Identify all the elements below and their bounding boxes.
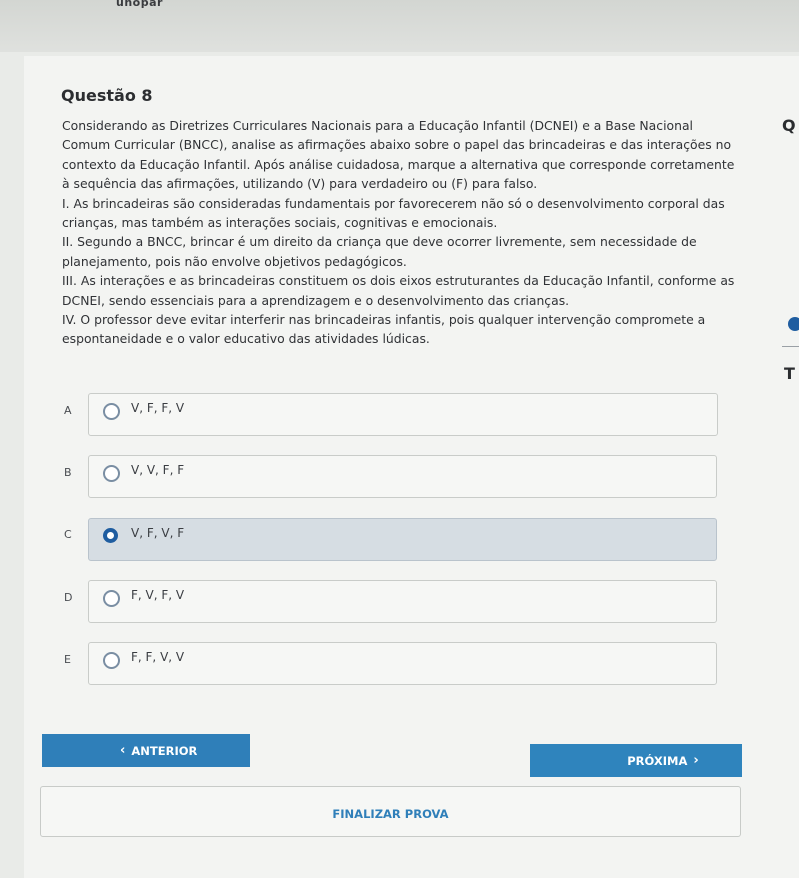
previous-button-label: ANTERIOR: [131, 743, 198, 758]
radio-button-checked[interactable]: [103, 528, 118, 543]
question-title: Questão 8: [61, 86, 153, 105]
statement-i: I. As brincadeiras são consideradas fund…: [62, 195, 725, 231]
option-text: F, F, V, V: [131, 650, 185, 664]
question-statement: Considerando as Diretrizes Curriculares …: [62, 118, 735, 192]
previous-button[interactable]: ‹ ANTERIOR: [42, 734, 250, 767]
next-button-label: PRÓXIMA: [627, 753, 688, 768]
option-text: V, F, V, F: [131, 526, 185, 540]
option-e[interactable]: F, F, V, V: [88, 642, 717, 685]
finish-exam-button[interactable]: FINALIZAR PROVA: [40, 786, 741, 837]
option-letter: A: [64, 404, 72, 417]
side-panel-text: T: [784, 364, 795, 383]
brand-logo: unopar: [116, 0, 163, 9]
statement-ii: II. Segundo a BNCC, brincar é um direito…: [62, 234, 697, 269]
option-text: V, F, F, V: [131, 401, 185, 415]
side-panel-text: Q: [782, 116, 796, 135]
option-letter: D: [64, 591, 73, 604]
option-a[interactable]: V, F, F, V: [88, 393, 718, 436]
radio-button[interactable]: [103, 590, 120, 607]
finish-exam-label: FINALIZAR PROVA: [332, 807, 449, 821]
top-bar: unopar: [0, 0, 799, 52]
option-letter: B: [64, 466, 72, 479]
option-text: F, V, F, V: [131, 588, 185, 602]
statement-iv: IV. O professor deve evitar interferir n…: [62, 312, 706, 347]
next-button[interactable]: PRÓXIMA ›: [530, 744, 742, 777]
option-text: V, V, F, F: [131, 463, 185, 477]
side-panel-divider: [782, 346, 799, 347]
radio-button[interactable]: [103, 652, 120, 669]
radio-button[interactable]: [103, 465, 120, 482]
option-d[interactable]: F, V, F, V: [88, 580, 717, 623]
option-letter: E: [64, 653, 71, 666]
side-panel-status-icon: [788, 317, 799, 331]
option-c[interactable]: V, F, V, F: [88, 518, 717, 561]
question-body: Considerando as Diretrizes Curriculares …: [62, 116, 742, 349]
radio-button[interactable]: [103, 403, 120, 420]
statement-iii: III. As interações e as brincadeiras con…: [62, 273, 735, 308]
chevron-left-icon: ‹: [120, 743, 126, 758]
option-b[interactable]: V, V, F, F: [88, 455, 717, 498]
chevron-right-icon: ›: [693, 753, 699, 768]
option-letter: C: [64, 528, 72, 541]
